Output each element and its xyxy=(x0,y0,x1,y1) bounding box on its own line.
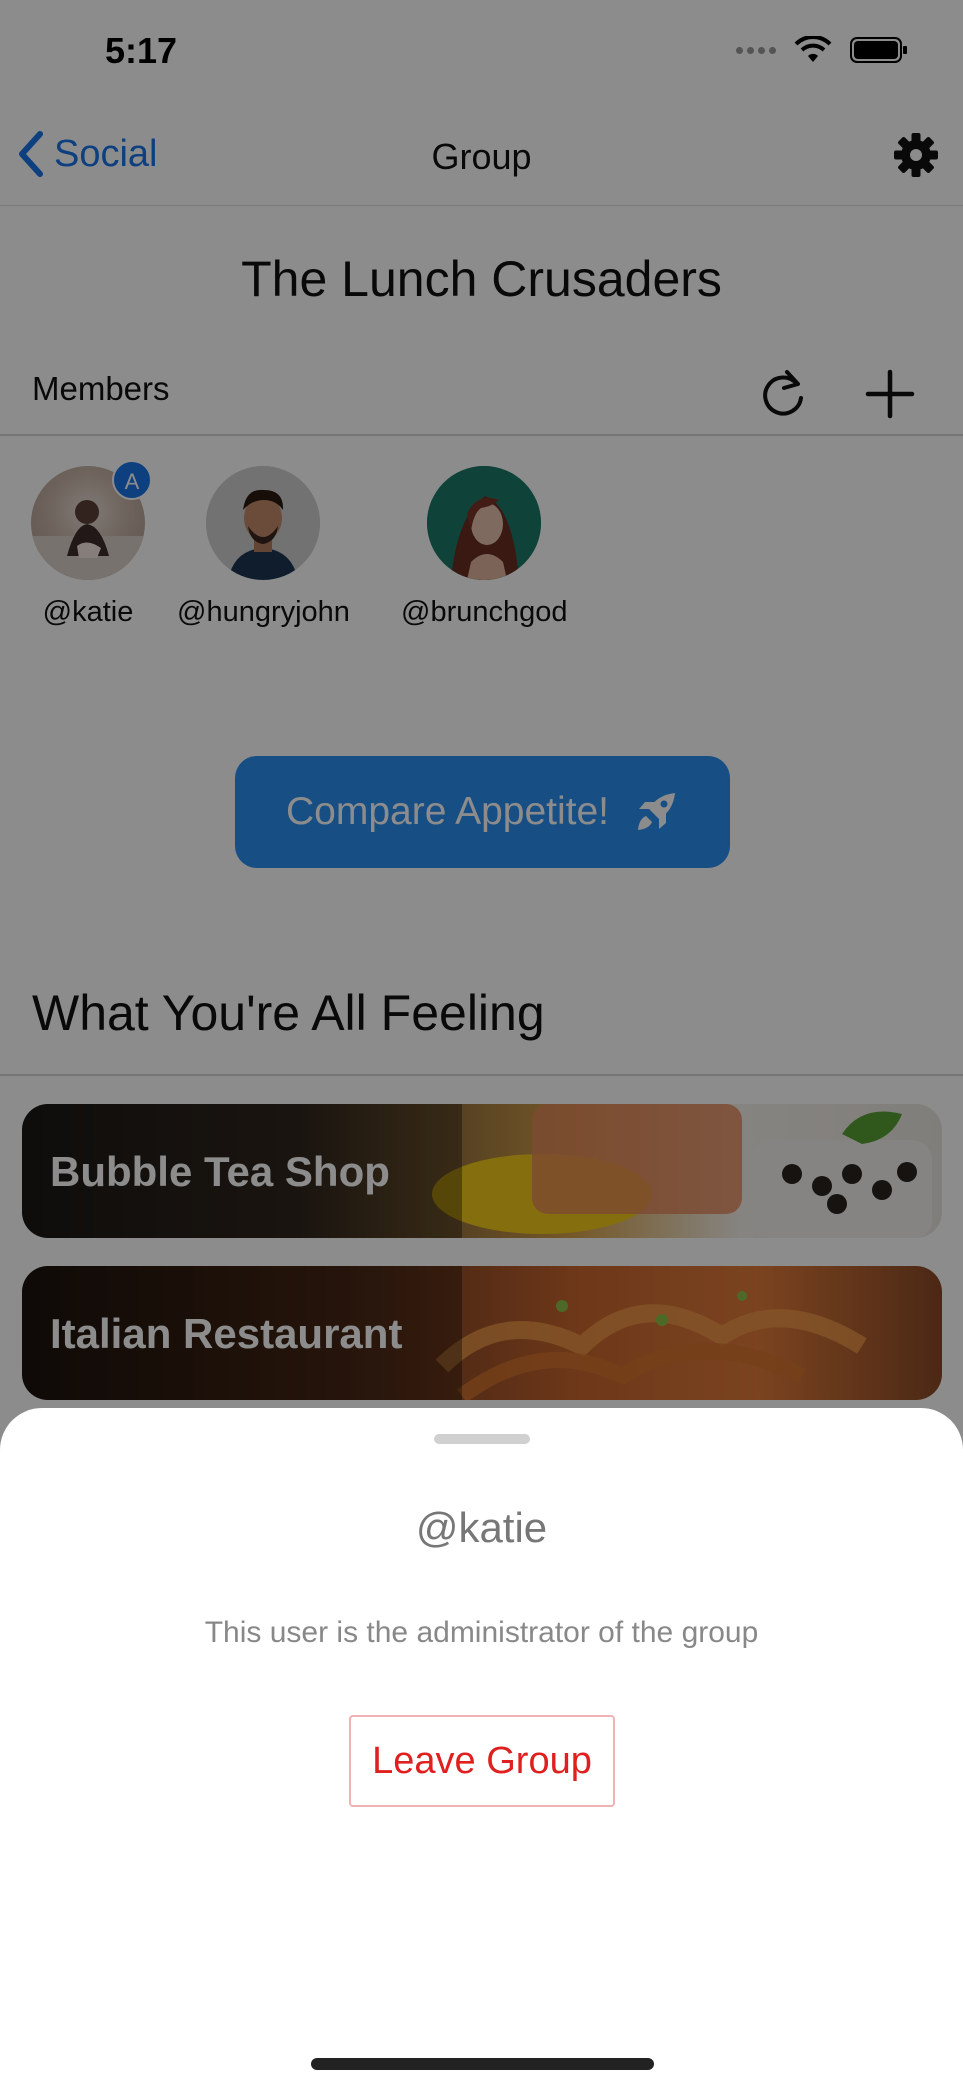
sheet-grabber[interactable] xyxy=(434,1434,530,1444)
leave-group-button[interactable]: Leave Group xyxy=(349,1715,615,1807)
sheet-description: This user is the administrator of the gr… xyxy=(204,1616,759,1649)
phone-screen: 5:17 Social Group The Lunch Crusaders Me… xyxy=(0,0,963,2084)
sheet-username: @katie xyxy=(415,1504,548,1551)
member-detail-sheet: @katie This user is the administrator of… xyxy=(0,1408,963,2084)
home-indicator xyxy=(311,2058,654,2070)
